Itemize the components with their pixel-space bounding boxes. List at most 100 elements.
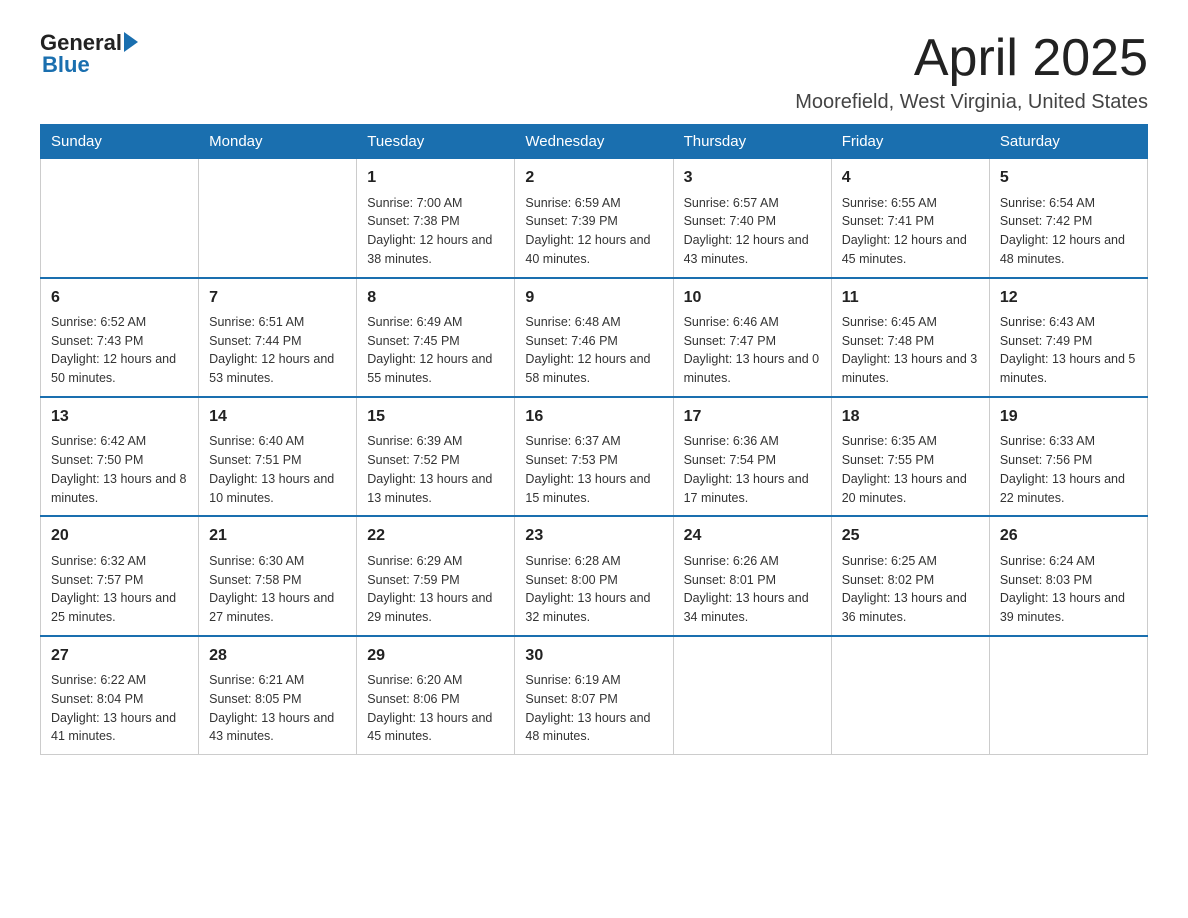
calendar-cell: 12 Sunrise: 6:43 AM Sunset: 7:49 PM Dayli…	[989, 278, 1147, 397]
day-info: Sunrise: 6:26 AM Sunset: 8:01 PM Dayligh…	[684, 552, 821, 627]
day-number: 26	[1000, 525, 1137, 547]
header-friday: Friday	[831, 125, 989, 159]
calendar-cell: 9 Sunrise: 6:48 AM Sunset: 7:46 PM Daylig…	[515, 278, 673, 397]
day-info: Sunrise: 6:25 AM Sunset: 8:02 PM Dayligh…	[842, 552, 979, 627]
calendar-cell: 11 Sunrise: 6:45 AM Sunset: 7:48 PM Dayli…	[831, 278, 989, 397]
calendar-cell: 7 Sunrise: 6:51 AM Sunset: 7:44 PM Daylig…	[199, 278, 357, 397]
day-info: Sunrise: 6:39 AM Sunset: 7:52 PM Dayligh…	[367, 432, 504, 507]
day-number: 8	[367, 287, 504, 309]
day-number: 27	[51, 645, 188, 667]
day-number: 30	[525, 645, 662, 667]
day-number: 2	[525, 167, 662, 189]
calendar-cell: 22Sunrise: 6:29 AM Sunset: 7:59 PM Dayli…	[357, 516, 515, 635]
calendar-cell: 3Sunrise: 6:57 AM Sunset: 7:40 PM Daylig…	[673, 159, 831, 278]
day-info: Sunrise: 6:28 AM Sunset: 8:00 PM Dayligh…	[525, 552, 662, 627]
calendar-cell	[673, 636, 831, 755]
day-info: Sunrise: 6:45 AM Sunset: 7:48 PM Dayligh…	[842, 313, 979, 388]
calendar-cell: 16Sunrise: 6:37 AM Sunset: 7:53 PM Dayli…	[515, 397, 673, 516]
day-number: 24	[684, 525, 821, 547]
calendar-cell: 2 Sunrise: 6:59 AM Sunset: 7:39 PM Daylig…	[515, 159, 673, 278]
header-sunday: Sunday	[41, 125, 199, 159]
calendar-cell: 15 Sunrise: 6:39 AM Sunset: 7:52 PM Dayli…	[357, 397, 515, 516]
calendar-cell: 24 Sunrise: 6:26 AM Sunset: 8:01 PM Dayli…	[673, 516, 831, 635]
day-number: 4	[842, 167, 979, 189]
day-number: 15	[367, 406, 504, 428]
day-info: Sunrise: 7:00 AM Sunset: 7:38 PM Dayligh…	[367, 194, 504, 269]
day-number: 7	[209, 287, 346, 309]
calendar-cell: 14 Sunrise: 6:40 AM Sunset: 7:51 PM Dayli…	[199, 397, 357, 516]
day-number: 16	[525, 406, 662, 428]
calendar-week-row: 1 Sunrise: 7:00 AM Sunset: 7:38 PM Daylig…	[41, 159, 1148, 278]
calendar-cell: 29 Sunrise: 6:20 AM Sunset: 8:06 PM Dayli…	[357, 636, 515, 755]
calendar-cell: 23 Sunrise: 6:28 AM Sunset: 8:00 PM Dayli…	[515, 516, 673, 635]
header-thursday: Thursday	[673, 125, 831, 159]
calendar-cell: 28Sunrise: 6:21 AM Sunset: 8:05 PM Dayli…	[199, 636, 357, 755]
day-number: 29	[367, 645, 504, 667]
logo-blue-text: Blue	[42, 52, 90, 78]
calendar-cell: 20Sunrise: 6:32 AM Sunset: 7:57 PM Dayli…	[41, 516, 199, 635]
calendar-cell: 26 Sunrise: 6:24 AM Sunset: 8:03 PM Dayli…	[989, 516, 1147, 635]
day-info: Sunrise: 6:36 AM Sunset: 7:54 PM Dayligh…	[684, 432, 821, 507]
day-info: Sunrise: 6:29 AM Sunset: 7:59 PM Dayligh…	[367, 552, 504, 627]
day-number: 17	[684, 406, 821, 428]
day-info: Sunrise: 6:19 AM Sunset: 8:07 PM Dayligh…	[525, 671, 662, 746]
day-number: 11	[842, 287, 979, 309]
calendar-week-row: 27 Sunrise: 6:22 AM Sunset: 8:04 PM Dayli…	[41, 636, 1148, 755]
day-number: 9	[525, 287, 662, 309]
header-tuesday: Tuesday	[357, 125, 515, 159]
header-saturday: Saturday	[989, 125, 1147, 159]
logo: General Blue	[40, 30, 138, 78]
day-number: 20	[51, 525, 188, 547]
title-block: April 2025 Moorefield, West Virginia, Un…	[795, 30, 1148, 114]
calendar-cell: 25 Sunrise: 6:25 AM Sunset: 8:02 PM Dayli…	[831, 516, 989, 635]
day-info: Sunrise: 6:22 AM Sunset: 8:04 PM Dayligh…	[51, 671, 188, 746]
day-info: Sunrise: 6:55 AM Sunset: 7:41 PM Dayligh…	[842, 194, 979, 269]
day-info: Sunrise: 6:42 AM Sunset: 7:50 PM Dayligh…	[51, 432, 188, 507]
day-info: Sunrise: 6:33 AM Sunset: 7:56 PM Dayligh…	[1000, 432, 1137, 507]
day-info: Sunrise: 6:20 AM Sunset: 8:06 PM Dayligh…	[367, 671, 504, 746]
day-number: 25	[842, 525, 979, 547]
day-info: Sunrise: 6:43 AM Sunset: 7:49 PM Dayligh…	[1000, 313, 1137, 388]
calendar-cell: 27 Sunrise: 6:22 AM Sunset: 8:04 PM Dayli…	[41, 636, 199, 755]
day-info: Sunrise: 6:35 AM Sunset: 7:55 PM Dayligh…	[842, 432, 979, 507]
day-number: 13	[51, 406, 188, 428]
day-number: 14	[209, 406, 346, 428]
calendar-cell	[199, 159, 357, 278]
day-number: 10	[684, 287, 821, 309]
calendar-week-row: 20Sunrise: 6:32 AM Sunset: 7:57 PM Dayli…	[41, 516, 1148, 635]
day-number: 19	[1000, 406, 1137, 428]
calendar-cell: 21Sunrise: 6:30 AM Sunset: 7:58 PM Dayli…	[199, 516, 357, 635]
calendar-cell: 1 Sunrise: 7:00 AM Sunset: 7:38 PM Daylig…	[357, 159, 515, 278]
day-number: 1	[367, 167, 504, 189]
calendar-cell: 8 Sunrise: 6:49 AM Sunset: 7:45 PM Daylig…	[357, 278, 515, 397]
day-number: 23	[525, 525, 662, 547]
calendar-cell	[41, 159, 199, 278]
day-info: Sunrise: 6:24 AM Sunset: 8:03 PM Dayligh…	[1000, 552, 1137, 627]
day-info: Sunrise: 6:51 AM Sunset: 7:44 PM Dayligh…	[209, 313, 346, 388]
calendar-header-row: SundayMondayTuesdayWednesdayThursdayFrid…	[41, 125, 1148, 159]
day-info: Sunrise: 6:48 AM Sunset: 7:46 PM Dayligh…	[525, 313, 662, 388]
calendar-cell: 6 Sunrise: 6:52 AM Sunset: 7:43 PM Daylig…	[41, 278, 199, 397]
day-info: Sunrise: 6:52 AM Sunset: 7:43 PM Dayligh…	[51, 313, 188, 388]
logo-arrow-icon	[124, 32, 138, 52]
header-wednesday: Wednesday	[515, 125, 673, 159]
calendar-cell: 4 Sunrise: 6:55 AM Sunset: 7:41 PM Daylig…	[831, 159, 989, 278]
calendar-cell: 17 Sunrise: 6:36 AM Sunset: 7:54 PM Dayli…	[673, 397, 831, 516]
calendar-cell: 5Sunrise: 6:54 AM Sunset: 7:42 PM Daylig…	[989, 159, 1147, 278]
calendar-table: SundayMondayTuesdayWednesdayThursdayFrid…	[40, 124, 1148, 755]
location-title: Moorefield, West Virginia, United States	[795, 91, 1148, 114]
day-info: Sunrise: 6:46 AM Sunset: 7:47 PM Dayligh…	[684, 313, 821, 388]
calendar-week-row: 6 Sunrise: 6:52 AM Sunset: 7:43 PM Daylig…	[41, 278, 1148, 397]
day-number: 12	[1000, 287, 1137, 309]
day-info: Sunrise: 6:59 AM Sunset: 7:39 PM Dayligh…	[525, 194, 662, 269]
calendar-cell: 10 Sunrise: 6:46 AM Sunset: 7:47 PM Dayli…	[673, 278, 831, 397]
day-info: Sunrise: 6:40 AM Sunset: 7:51 PM Dayligh…	[209, 432, 346, 507]
page-header: General Blue April 2025 Moorefield, West…	[40, 30, 1148, 114]
day-number: 6	[51, 287, 188, 309]
calendar-cell: 30 Sunrise: 6:19 AM Sunset: 8:07 PM Dayli…	[515, 636, 673, 755]
day-number: 3	[684, 167, 821, 189]
calendar-week-row: 13 Sunrise: 6:42 AM Sunset: 7:50 PM Dayli…	[41, 397, 1148, 516]
day-number: 18	[842, 406, 979, 428]
day-info: Sunrise: 6:49 AM Sunset: 7:45 PM Dayligh…	[367, 313, 504, 388]
day-info: Sunrise: 6:21 AM Sunset: 8:05 PM Dayligh…	[209, 671, 346, 746]
